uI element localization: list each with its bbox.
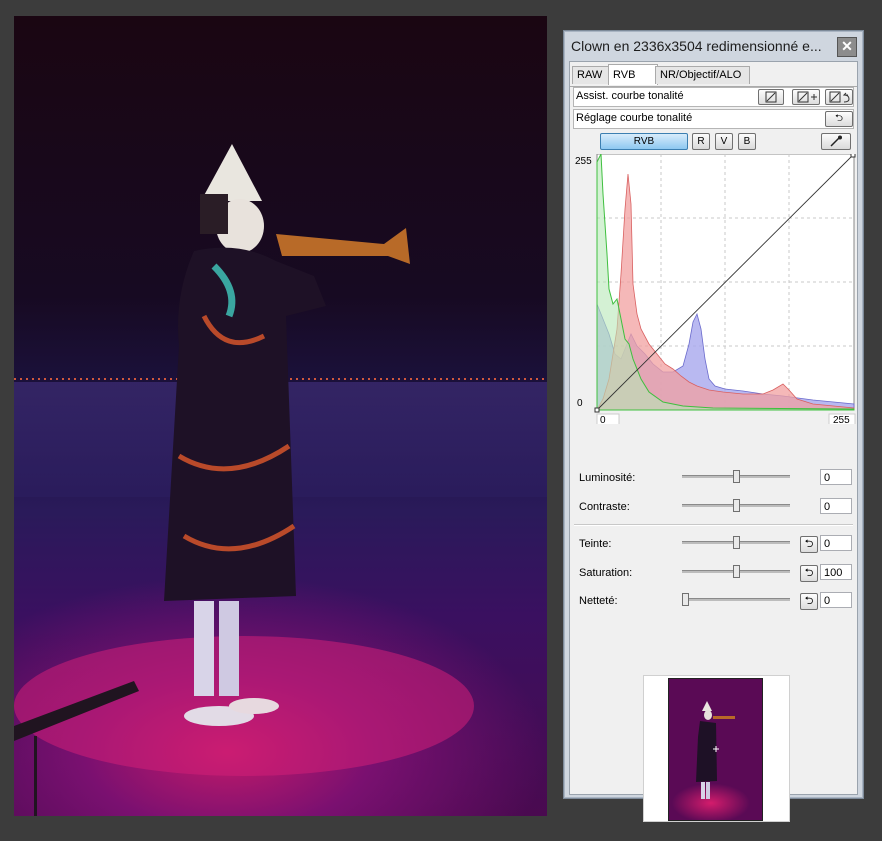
nettete-thumb[interactable] xyxy=(682,593,689,606)
reglage-courbe-label: Réglage courbe tonalité xyxy=(576,112,693,124)
luminosite-value[interactable]: 0 xyxy=(820,469,852,485)
teinte-value[interactable]: 0 xyxy=(820,535,852,551)
curve-point-end[interactable] xyxy=(850,152,856,158)
linear-curve-icon xyxy=(765,91,777,103)
saturation-thumb[interactable] xyxy=(733,565,740,578)
teinte-thumb[interactable] xyxy=(733,536,740,549)
tab-nr-label: NR/Objectif/ALO xyxy=(660,69,742,81)
saturation-undo-icon[interactable]: ⮌ xyxy=(800,565,818,582)
y-max-label: 255 xyxy=(575,156,592,167)
channel-v-button[interactable]: V xyxy=(715,133,733,150)
section-divider xyxy=(574,524,853,526)
eyedropper-icon[interactable] xyxy=(821,133,851,150)
contraste-thumb[interactable] xyxy=(733,499,740,512)
contraste-label: Contraste: xyxy=(579,501,630,513)
channel-r-label: R xyxy=(697,136,705,147)
nettete-track[interactable] xyxy=(682,598,790,601)
x-min-label: 0 xyxy=(600,415,606,424)
photo-preview xyxy=(14,16,547,816)
nettete-undo-icon[interactable]: ⮌ xyxy=(800,593,818,610)
add-curve-icon xyxy=(797,91,817,103)
navigator-box xyxy=(643,675,790,822)
adjustment-panel: Clown en 2336x3504 redimensionné e... ✕ … xyxy=(563,30,864,822)
tab-raw-label: RAW xyxy=(577,69,603,81)
channel-v-label: V xyxy=(720,136,728,147)
tab-raw[interactable]: RAW xyxy=(572,66,612,84)
tab-bar: RAW RVB NR/Objectif/ALO xyxy=(570,64,857,87)
saturation-label: Saturation: xyxy=(579,567,633,579)
curve-point-start[interactable] xyxy=(594,407,600,413)
channel-selector: RVB R V B xyxy=(573,132,854,152)
navigator-thumbnail[interactable] xyxy=(668,678,763,821)
assist-courbe-row: Assist. courbe tonalité xyxy=(573,87,854,107)
undo-icon[interactable]: ⮌ xyxy=(825,111,853,127)
thumbnail-figure xyxy=(696,701,735,799)
contraste-value[interactable]: 0 xyxy=(820,498,852,514)
channel-rvb-button[interactable]: RVB xyxy=(600,133,688,150)
channel-b-button[interactable]: B xyxy=(738,133,756,150)
tab-rvb[interactable]: RVB xyxy=(608,64,658,85)
tone-curve-editor[interactable]: 255 0 0 255 xyxy=(573,152,856,427)
teinte-label: Teinte: xyxy=(579,538,612,550)
nettete-label: Netteté: xyxy=(579,595,618,607)
reset-curve-button[interactable] xyxy=(825,89,853,105)
tone-curve-svg[interactable]: 255 0 0 255 xyxy=(573,152,856,427)
assist-courbe-label: Assist. courbe tonalité xyxy=(576,90,684,102)
luminosite-label: Luminosité: xyxy=(579,472,636,484)
luminosite-thumb[interactable] xyxy=(733,470,740,483)
tab-nr-objectif-alo[interactable]: NR/Objectif/ALO xyxy=(655,66,750,84)
channel-r-button[interactable]: R xyxy=(692,133,710,150)
saturation-value[interactable]: 100 xyxy=(820,564,852,580)
tab-rvb-label: RVB xyxy=(613,69,636,81)
linear-curve-button[interactable] xyxy=(758,89,784,105)
reglage-courbe-row: Réglage courbe tonalité ⮌ xyxy=(573,109,854,129)
channel-rvb-label: RVB xyxy=(633,136,655,147)
add-curve-button[interactable] xyxy=(792,89,820,105)
channel-b-label: B xyxy=(743,136,751,147)
x-max-label: 255 xyxy=(833,415,850,424)
window-title: Clown en 2336x3504 redimensionné e... xyxy=(571,38,822,54)
teinte-undo-icon[interactable]: ⮌ xyxy=(800,536,818,553)
y-min-label: 0 xyxy=(577,398,583,409)
close-icon[interactable]: ✕ xyxy=(837,37,857,57)
reset-curve-icon xyxy=(829,91,850,103)
panel-content: RAW RVB NR/Objectif/ALO Assist. courbe t… xyxy=(569,61,858,822)
clown-figure xyxy=(14,144,474,816)
eyedropper-glyph xyxy=(830,135,842,147)
title-bar[interactable]: Clown en 2336x3504 redimensionné e... ✕ xyxy=(564,31,863,61)
nettete-value[interactable]: 0 xyxy=(820,592,852,608)
